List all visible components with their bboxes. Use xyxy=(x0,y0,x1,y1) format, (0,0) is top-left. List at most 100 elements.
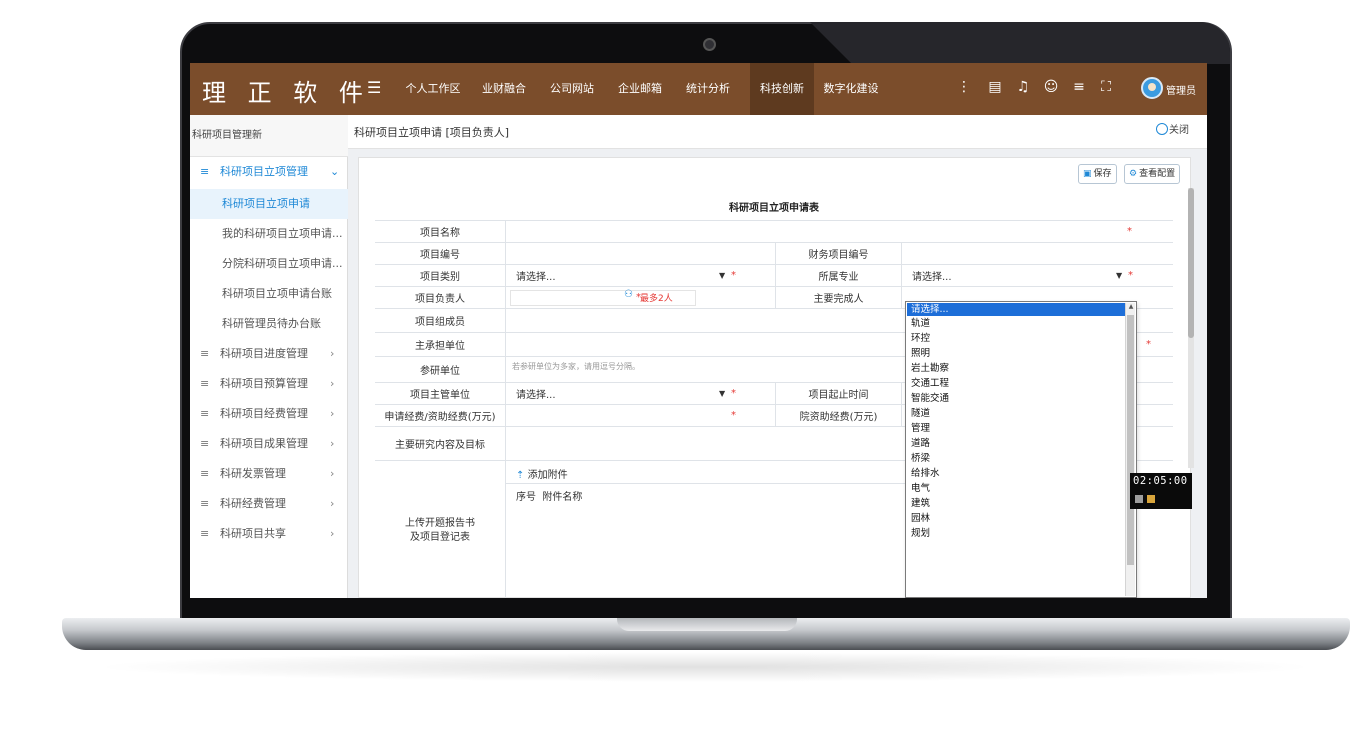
attach-col-no: 序号 xyxy=(516,492,536,503)
select-value: 请选择... xyxy=(516,272,556,283)
document-icon[interactable]: ▤ xyxy=(986,79,1004,95)
sidebar-group-results[interactable]: ≡ 科研项目成果管理 › xyxy=(190,429,348,459)
dropdown-option[interactable]: 轨道 xyxy=(907,317,1126,330)
dropdown-option[interactable]: 道路 xyxy=(907,437,1126,450)
list-icon: ≡ xyxy=(200,437,210,450)
close-button[interactable]: 关闭 xyxy=(1156,121,1189,136)
list-icon[interactable]: ≡ xyxy=(1070,79,1088,95)
screen-glare xyxy=(810,22,1230,64)
dropdown-option[interactable]: 照明 xyxy=(907,347,1126,360)
dropdown-scroll-thumb[interactable] xyxy=(1127,315,1134,565)
dropdown-option[interactable]: 建筑 xyxy=(907,497,1126,510)
list-icon: ≡ xyxy=(200,467,210,480)
label-main-finisher: 主要完成人 xyxy=(775,287,901,308)
sidebar-group-label: 科研经费管理 xyxy=(220,497,286,510)
project-no-field[interactable] xyxy=(505,243,775,264)
chevron-right-icon: › xyxy=(330,377,335,390)
dropdown-option[interactable]: 交通工程 xyxy=(907,377,1126,390)
gear-icon: ⚙ xyxy=(1129,169,1138,179)
user-icon[interactable]: ☺ xyxy=(1042,79,1060,95)
username[interactable]: 管理员 xyxy=(1166,82,1196,97)
stop-icon[interactable] xyxy=(1147,495,1155,503)
sidebar-group-budget[interactable]: ≡ 科研项目预算管理 › xyxy=(190,369,348,399)
nav-tab-website[interactable]: 公司网站 xyxy=(546,63,598,115)
label-funding: 申请经费/资助经费(万元) xyxy=(384,412,496,423)
nav-tab-personal[interactable]: 个人工作区 xyxy=(402,63,464,115)
sidebar-item-apply-ledger[interactable]: 科研项目立项申请台账 xyxy=(190,279,348,309)
menu-icon[interactable]: ☰ xyxy=(367,78,381,97)
sidebar-group-funds[interactable]: ≡ 科研项目经费管理 › xyxy=(190,399,348,429)
avatar[interactable] xyxy=(1141,77,1163,99)
bell-icon[interactable]: ♫ xyxy=(1014,79,1032,95)
label-project-no: 项目编号 xyxy=(420,250,460,261)
nav-tab-digital[interactable]: 数字化建设 xyxy=(820,63,882,115)
power-icon xyxy=(1156,123,1168,135)
scroll-up-icon[interactable]: ▲ xyxy=(1127,303,1135,310)
pause-icon[interactable] xyxy=(1135,495,1143,503)
required-mark: * xyxy=(731,270,736,281)
sidebar-group-label: 科研发票管理 xyxy=(220,467,286,480)
add-attachment-button[interactable]: ⇡ 添加附件 xyxy=(516,466,568,481)
sidebar-group-label: 科研项目进度管理 xyxy=(220,347,308,360)
list-icon: ≡ xyxy=(200,165,210,178)
dropdown-option[interactable]: 环控 xyxy=(907,332,1126,345)
nav-tab-mail[interactable]: 企业邮箱 xyxy=(614,63,666,115)
list-icon: ≡ xyxy=(200,377,210,390)
attachment-columns: 序号 附件名称 xyxy=(516,488,582,503)
save-button[interactable]: ▣ 保存 xyxy=(1078,164,1117,184)
label-participants: 参研单位 xyxy=(420,366,460,377)
sidebar-group-progress[interactable]: ≡ 科研项目进度管理 › xyxy=(190,339,348,369)
dropdown-option[interactable]: 电气 xyxy=(907,482,1126,495)
dropdown-option[interactable]: 隧道 xyxy=(907,407,1126,420)
sidebar: 科研项目管理新 ≡ 科研项目立项管理 ⌄ 科研项目立项申请 我的科研项目立项申请… xyxy=(190,115,348,598)
sidebar-item-branch-apply[interactable]: 分院科研项目立项申请... xyxy=(190,249,348,279)
dropdown-option[interactable]: 岩土勘察 xyxy=(907,362,1126,375)
project-type-select[interactable]: 请选择... ▼ * xyxy=(505,265,775,286)
required-mark: * xyxy=(1128,270,1133,281)
sidebar-item-apply[interactable]: 科研项目立项申请 xyxy=(190,189,348,219)
camera-icon xyxy=(703,38,716,51)
sidebar-group-invoice[interactable]: ≡ 科研发票管理 › xyxy=(190,459,348,489)
sidebar-item-admin-todo[interactable]: 科研管理员待办台账 xyxy=(190,309,348,339)
finance-no-field[interactable] xyxy=(901,243,1173,264)
dropdown-option[interactable]: 给排水 xyxy=(907,467,1126,480)
nav-tab-finance[interactable]: 业财融合 xyxy=(478,63,530,115)
person-icon[interactable]: ⚇ xyxy=(624,289,633,300)
sidebar-group-expense[interactable]: ≡ 科研经费管理 › xyxy=(190,489,348,519)
sidebar-group-share[interactable]: ≡ 科研项目共享 › xyxy=(190,519,348,549)
major-select[interactable]: 请选择... ▼ * xyxy=(901,265,1173,286)
nav-tab-statistics[interactable]: 统计分析 xyxy=(682,63,734,115)
dropdown-option[interactable]: 园林 xyxy=(907,512,1126,525)
page-scroll-thumb[interactable] xyxy=(1188,188,1194,338)
dropdown-option[interactable]: 规划 xyxy=(907,527,1126,540)
supervisor-unit-select[interactable]: 请选择... ▼ * xyxy=(505,383,775,404)
leader-cell: ⚇ * 最多2人 xyxy=(505,287,775,308)
fullscreen-icon[interactable]: ⛶ xyxy=(1097,79,1115,95)
breadcrumb-bar: 科研项目立项申请 [项目负责人] 关闭 xyxy=(348,115,1207,149)
dropdown-option[interactable]: 智能交通 xyxy=(907,392,1126,405)
leader-max-note: 最多2人 xyxy=(640,294,673,304)
dropdown-option[interactable]: 请选择... xyxy=(907,303,1126,316)
more-icon[interactable]: ⋮ xyxy=(955,79,973,95)
nav-tab-innovation[interactable]: 科技创新 xyxy=(750,63,814,115)
app-logo: 理 正 软 件 xyxy=(202,79,370,107)
funding-field[interactable]: * xyxy=(505,405,775,426)
chevron-down-icon: ▼ xyxy=(1116,271,1123,280)
dropdown-option[interactable]: 管理 xyxy=(907,422,1126,435)
select-value: 请选择... xyxy=(516,390,556,401)
label-period: 项目起止时间 xyxy=(775,383,901,404)
sidebar-item-my-apply[interactable]: 我的科研项目立项申请... xyxy=(190,219,348,249)
required-mark: * xyxy=(1146,339,1151,350)
project-name-field[interactable]: * xyxy=(505,221,1173,242)
dropdown-scrollbar[interactable]: ▲ xyxy=(1125,303,1135,596)
view-config-button[interactable]: ⚙ 查看配置 xyxy=(1124,164,1181,184)
sidebar-group-label: 科研项目共享 xyxy=(220,527,286,540)
form-row-name: 项目名称 * xyxy=(375,220,1173,242)
timer-overlay: 02:05:00 xyxy=(1130,473,1192,509)
required-mark: * xyxy=(731,410,736,421)
dropdown-option[interactable]: 桥梁 xyxy=(907,452,1126,465)
major-dropdown-list[interactable]: 请选择... 轨道 环控 照明 岩土勘察 交通工程 智能交通 隧道 管理 道路 … xyxy=(905,301,1137,598)
sidebar-group-initiation[interactable]: ≡ 科研项目立项管理 ⌄ xyxy=(190,157,348,187)
page-scrollbar[interactable] xyxy=(1188,188,1194,468)
chevron-down-icon: ▼ xyxy=(719,389,726,398)
